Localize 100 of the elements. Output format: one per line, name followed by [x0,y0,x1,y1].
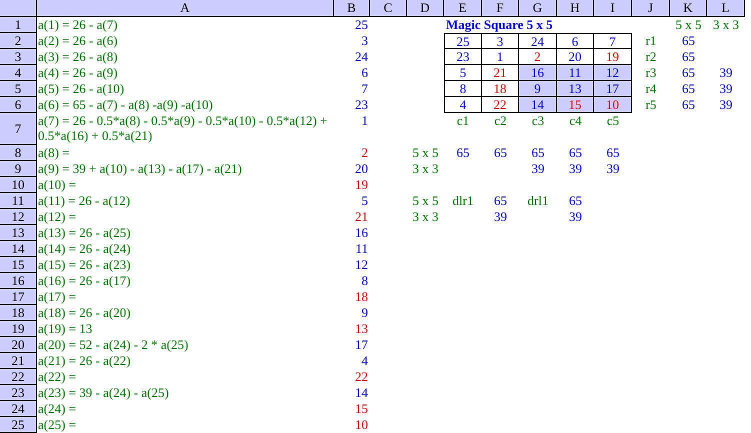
column-header[interactable]: I [594,0,632,17]
row-label: r1 [644,33,658,49]
row-header[interactable]: 14 [0,241,37,257]
square-cell: 3 [482,33,519,49]
sheet-title: Magic Square 5 x 5 [445,17,554,33]
row-label: r4 [644,81,658,97]
value-cell-text: 14 [354,385,369,401]
sum-cell-text: 65 [493,145,508,161]
column-label: 5 x 5 [674,17,702,33]
column-header[interactable]: K [670,0,707,17]
column-header[interactable]: H [557,0,594,17]
column-label: c4 [568,113,583,130]
sum-cell-text: 65 [681,33,696,49]
row-header[interactable]: 19 [0,321,37,337]
select-all-corner[interactable] [0,0,37,17]
square-cell: 12 [594,65,632,81]
column-header[interactable]: J [632,0,670,17]
row-header[interactable]: 1 [0,17,37,33]
row-header[interactable]: 6 [0,97,37,113]
square-cell: 15 [557,97,594,113]
square-cell: 24 [519,33,557,49]
row-header[interactable]: 12 [0,209,37,225]
row-header[interactable]: 7 [0,113,37,145]
square-cell: 17 [594,81,632,97]
row-header[interactable]: 18 [0,305,37,321]
square-cell: 25 [444,33,482,49]
formula-cell-text: a(3) = 26 - a(8) [37,49,119,65]
row-header[interactable]: 11 [0,193,37,209]
sum-cell-text: 65 [493,193,508,209]
row-header[interactable]: 13 [0,225,37,241]
row-label: 3 x 3 [412,161,440,177]
column-header[interactable]: B [334,0,370,17]
formula-cell-text: a(12) = [37,209,78,225]
value-cell-text: 21 [354,209,369,225]
column-header[interactable]: F [482,0,519,17]
value-cell-text: 2 [360,145,369,161]
value-cell-text: 11 [354,241,369,257]
column-label: 3 x 3 [712,17,740,33]
formula-cell-text: a(7) = 26 - 0.5*a(8) - 0.5*a(9) - 0.5*a(10) - 0.5*a(12) + 0.5*a(16) + 0.5*a(21) [37,113,328,145]
row-header[interactable]: 20 [0,337,37,353]
formula-cell-text: a(13) = 26 - a(25) [37,225,132,241]
row-header[interactable]: 22 [0,369,37,385]
row-label: 5 x 5 [412,193,440,209]
square-cell: 7 [594,33,632,49]
column-header[interactable]: A [37,0,334,17]
row-header[interactable]: 16 [0,273,37,289]
column-label: c5 [606,113,620,130]
row-header[interactable]: 24 [0,401,37,417]
row-header[interactable]: 25 [0,417,37,433]
column-header[interactable]: G [519,0,557,17]
formula-cell-text: a(6) = 65 - a(7) - a(8) -a(9) -a(10) [37,97,214,113]
value-cell-text: 10 [354,417,369,433]
row-header[interactable]: 17 [0,289,37,305]
square-cell: 10 [594,97,632,113]
row-label: r3 [644,65,658,81]
row-header[interactable]: 2 [0,33,37,49]
row-header[interactable]: 9 [0,161,37,177]
sum-cell-text: 65 [681,97,696,113]
square-cell: 5 [444,65,482,81]
row-header[interactable]: 5 [0,81,37,97]
row-header[interactable]: 21 [0,353,37,369]
row-header[interactable]: 10 [0,177,37,193]
formula-cell-text: a(9) = 39 + a(10) - a(13) - a(17) - a(21) [37,161,243,177]
sum-cell-text: 65 [568,193,583,209]
formula-cell-text: a(8) = [37,145,71,161]
formula-cell-text: a(16) = 26 - a(17) [37,273,132,289]
square-cell: 23 [444,49,482,65]
formula-cell-text: a(14) = 26 - a(24) [37,241,132,257]
row-label: r2 [644,49,658,65]
square-cell: 9 [519,81,557,97]
formula-cell-text: a(23) = 39 - a(24) - a(25) [37,385,170,401]
value-cell-text: 19 [354,177,369,193]
row-header[interactable]: 3 [0,49,37,65]
formula-cell-text: a(17) = [37,289,78,305]
sum-cell-text: 39 [568,161,583,177]
column-header[interactable]: L [707,0,745,17]
row-header[interactable]: 15 [0,257,37,273]
value-cell-text: 12 [354,257,369,273]
formula-cell-text: a(19) = 13 [37,321,94,337]
row-label: r5 [644,97,658,113]
row-header[interactable]: 4 [0,65,37,81]
sum-cell-text: 39 [718,97,734,113]
column-header[interactable]: D [407,0,444,17]
formula-cell-text: a(5) = 26 - a(10) [37,81,126,97]
square-cell: 13 [557,81,594,97]
value-cell-text: 3 [360,33,369,49]
row-label: 5 x 5 [412,145,440,161]
diagonal-label: drl1 [526,193,550,209]
square-cell: 11 [557,65,594,81]
square-cell: 1 [482,49,519,65]
sum-cell-text: 39 [568,209,583,225]
column-header[interactable]: E [444,0,482,17]
square-cell: 8 [444,81,482,97]
square-cell: 4 [444,97,482,113]
sum-cell-text: 39 [493,209,508,225]
row-header[interactable]: 8 [0,145,37,161]
formula-cell-text: a(15) = 26 - a(23) [37,257,132,273]
sum-cell-text: 65 [606,145,620,161]
row-header[interactable]: 23 [0,385,37,401]
column-header[interactable]: C [370,0,407,17]
